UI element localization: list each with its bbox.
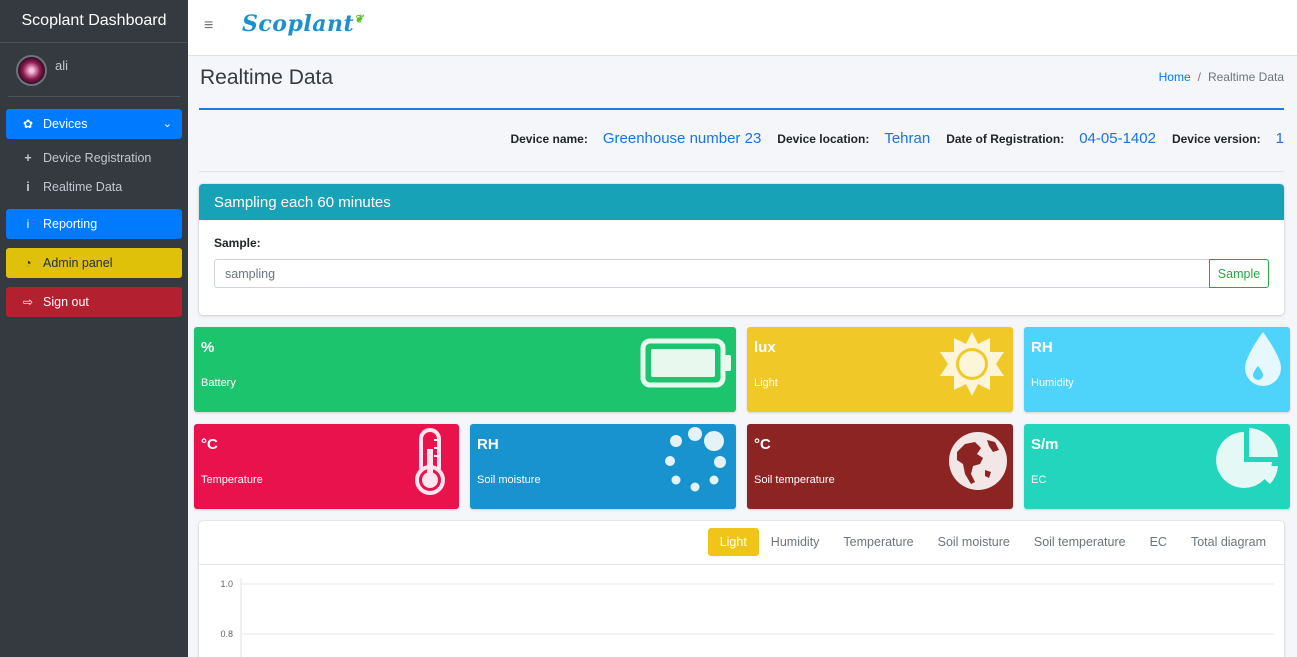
light-box: lux Light (747, 327, 1013, 412)
plus-icon: + (24, 151, 32, 165)
soil-temperature-label: Soil temperature (754, 474, 835, 486)
sidebar-item-label: Sign out (43, 295, 89, 309)
sidebar-item-device-registration[interactable]: + Device Registration (6, 144, 182, 172)
sidebar-nav: ✿ Devices ⌄ + Device Registration i Real… (0, 97, 188, 317)
sidebar-item-sign-out[interactable]: ⇨ Sign out (6, 287, 182, 317)
ec-label: EC (1031, 474, 1047, 486)
battery-icon (640, 338, 731, 388)
sample-input[interactable]: sampling (214, 259, 1210, 288)
user-panel: ali (8, 43, 180, 97)
breadcrumb-home[interactable]: Home (1159, 70, 1191, 84)
chevron-down-icon: ⌄ (162, 118, 172, 130)
device-name-label: Device name: (510, 132, 588, 146)
temperature-label: Temperature (201, 474, 263, 486)
device-location-value: Tehran (884, 130, 931, 147)
tab-humidity[interactable]: Humidity (759, 528, 832, 556)
sample-label: Sample: (214, 236, 261, 250)
device-info: Device name: Greenhouse number 23 Device… (494, 130, 1284, 147)
registration-date-label: Date of Registration: (946, 132, 1065, 146)
info-icon: i (26, 180, 30, 194)
tachometer-icon: ◔ (24, 256, 32, 270)
humidity-box: RH Humidity (1024, 327, 1290, 412)
soil-temperature-box: °C Soil temperature (747, 424, 1013, 509)
hamburger-icon[interactable]: ≡ (204, 17, 213, 35)
sample-button[interactable]: Sample (1209, 259, 1269, 288)
humidity-unit: RH (1031, 339, 1053, 356)
globe-icon (949, 432, 1007, 490)
sampling-card: Sampling each 60 minutes Sample: samplin… (199, 184, 1284, 315)
breadcrumb-separator: / (1197, 70, 1201, 84)
light-label: Light (754, 377, 778, 389)
top-navbar: ≡ Scoplant❦ (188, 0, 1297, 56)
temperature-box: °C Temperature (194, 424, 459, 509)
y-tick-label: 1.0 (220, 579, 233, 589)
chart-card: Light Humidity Temperature Soil moisture… (199, 521, 1284, 657)
sidebar-item-devices[interactable]: ✿ Devices ⌄ (6, 109, 182, 139)
light-unit: lux (754, 339, 776, 356)
page-title: Realtime Data (200, 66, 334, 89)
sidebar-item-realtime-data[interactable]: i Realtime Data (6, 173, 182, 201)
battery-label: Battery (201, 377, 236, 389)
info-icon: i (26, 217, 30, 231)
tab-total-diagram[interactable]: Total diagram (1179, 528, 1278, 556)
light-chart: 1.0 0.8 (220, 578, 1274, 657)
sidebar-item-label: Admin panel (43, 256, 113, 270)
tab-temperature[interactable]: Temperature (831, 528, 925, 556)
chart-tabs: Light Humidity Temperature Soil moisture… (707, 528, 1278, 556)
tab-light[interactable]: Light (707, 528, 759, 556)
tab-soil-moisture[interactable]: Soil moisture (926, 528, 1022, 556)
sidebar-item-label: Realtime Data (43, 180, 123, 194)
pie-chart-icon (1216, 428, 1278, 488)
sidebar-brand[interactable]: Scoplant Dashboard (0, 0, 188, 43)
leaf-icon: ❦ (354, 12, 364, 26)
logo[interactable]: Scoplant❦ (242, 11, 364, 37)
droplet-icon (1245, 332, 1281, 386)
gear-icon: ✿ (22, 117, 34, 131)
sidebar-item-label: Device Registration (43, 151, 152, 165)
avatar[interactable] (16, 55, 47, 86)
soil-temperature-unit: °C (754, 436, 771, 453)
sun-icon (940, 332, 1004, 396)
device-location-label: Device location: (777, 132, 870, 146)
registration-date-value: 04-05-1402 (1079, 130, 1156, 147)
breadcrumb: Home / Realtime Data (1159, 70, 1284, 84)
soil-moisture-box: RH Soil moisture (470, 424, 736, 509)
soil-moisture-label: Soil moisture (477, 474, 541, 486)
ec-unit: S/m (1031, 436, 1059, 453)
soil-moisture-unit: RH (477, 436, 499, 453)
y-tick-label: 0.8 (220, 629, 233, 639)
info-divider (199, 171, 1284, 172)
humidity-label: Humidity (1031, 377, 1074, 389)
tab-ec[interactable]: EC (1138, 528, 1179, 556)
battery-box: % Battery (194, 327, 736, 412)
spinner-icon (665, 427, 726, 492)
sidebar: Scoplant Dashboard ali ✿ Devices ⌄ + Dev… (0, 0, 188, 657)
device-version-label: Device version: (1171, 132, 1261, 146)
user-name[interactable]: ali (55, 58, 68, 73)
title-divider (199, 108, 1284, 110)
sidebar-item-label: Devices (43, 117, 88, 131)
sign-out-icon: ⇨ (22, 295, 34, 309)
battery-unit: % (201, 339, 215, 356)
ec-box: S/m EC (1024, 424, 1290, 509)
thermometer-icon (415, 428, 445, 495)
sidebar-item-reporting[interactable]: i Reporting (6, 209, 182, 239)
sidebar-item-admin-panel[interactable]: ◔ Admin panel (6, 248, 182, 278)
device-name-value: Greenhouse number 23 (602, 130, 762, 147)
tab-soil-temperature[interactable]: Soil temperature (1022, 528, 1138, 556)
breadcrumb-current: Realtime Data (1207, 70, 1284, 84)
temperature-unit: °C (201, 436, 218, 453)
logo-text: Scoplant (242, 11, 355, 37)
device-version-value: 1 (1275, 130, 1284, 147)
sidebar-item-label: Reporting (43, 217, 98, 231)
sampling-card-title: Sampling each 60 minutes (199, 184, 1284, 220)
